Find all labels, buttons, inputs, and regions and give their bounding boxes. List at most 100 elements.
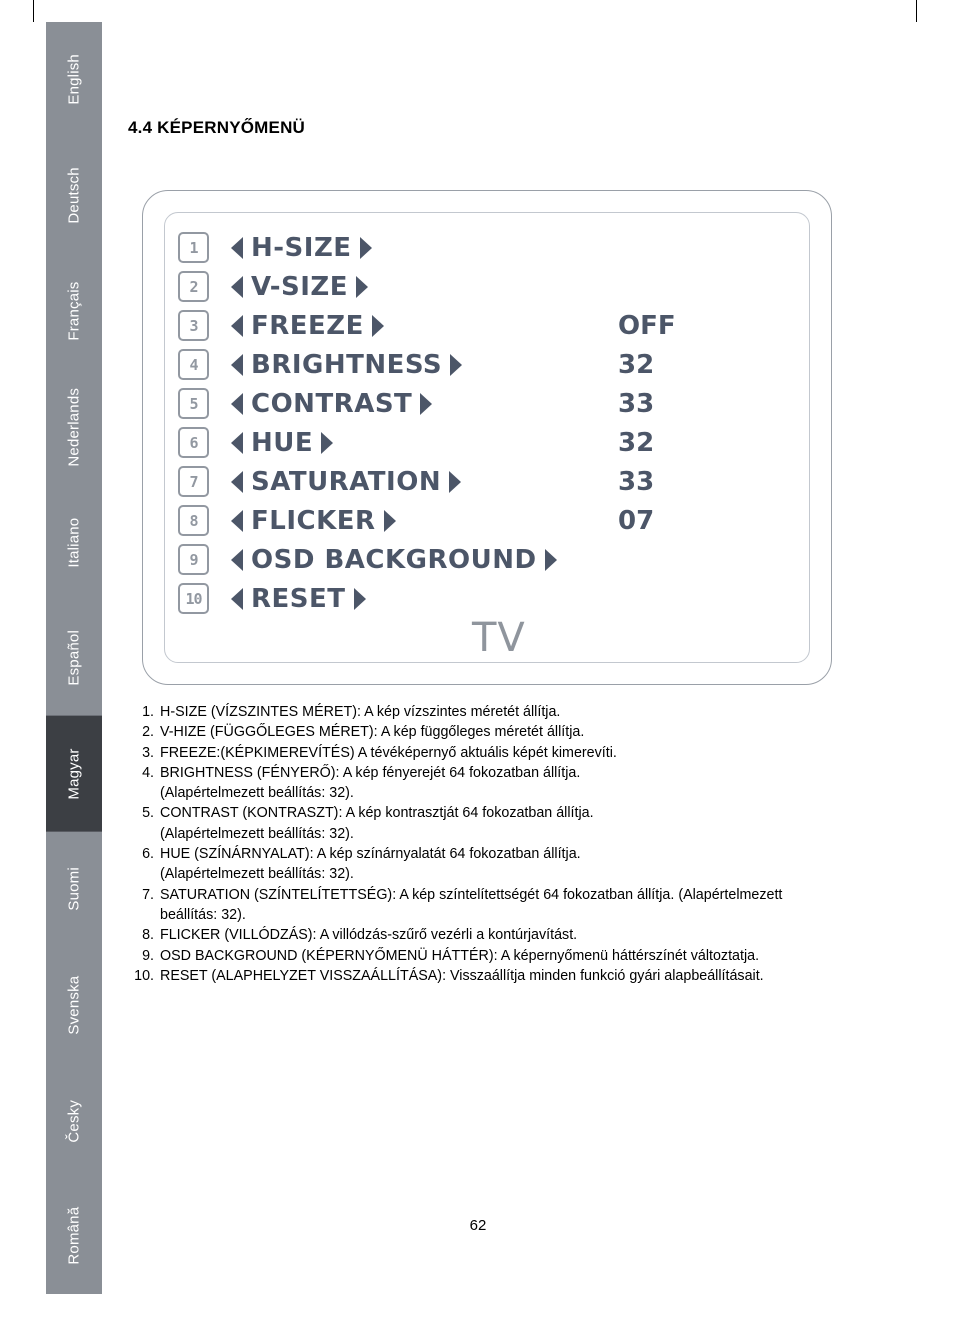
sidebar-tab-label: Italiano xyxy=(65,517,83,568)
sidebar-tab-label: Română xyxy=(65,1207,83,1266)
arrow-left-icon[interactable] xyxy=(231,353,243,376)
page-title: 4.4 KÉPERNYŐMENÜ xyxy=(128,118,306,137)
osd-item: FREEZE xyxy=(231,311,384,341)
sidebar-tab-italiano[interactable]: Italiano xyxy=(46,485,102,601)
sidebar-tab-label: Suomi xyxy=(65,867,83,912)
osd-item-value: 07 xyxy=(618,505,655,536)
osd-item-label: OSD BACKGROUND xyxy=(251,544,537,575)
osd-item: FLICKER xyxy=(231,506,396,536)
osd-item-label: CONTRAST xyxy=(251,388,413,419)
crop-mark-top-left xyxy=(33,0,34,22)
sidebar-tab-magyar[interactable]: Magyar xyxy=(46,715,102,832)
description-item: 8. FLICKER (VILLÓDZÁS): A villódzás-szűrő… xyxy=(128,925,828,945)
description-list: 1. H-SIZE (VÍZSZINTES MÉRET): A kép vízsz… xyxy=(128,702,828,986)
arrow-right-icon[interactable] xyxy=(450,353,463,376)
osd-item-value: OFF xyxy=(618,310,676,341)
osd-item-value: 33 xyxy=(618,466,655,497)
osd-item: CONTRAST xyxy=(231,388,433,419)
sidebar-tab-label: Deutsch xyxy=(65,167,83,224)
sidebar-tab-suomi[interactable]: Suomi xyxy=(46,831,102,947)
description-item: 5. CONTRAST (KONTRASZT): A kép kontrasztj… xyxy=(128,803,828,823)
sidebar-tab-esky[interactable]: Česky xyxy=(46,1063,102,1179)
osd-item-label: FLICKER xyxy=(251,505,376,536)
description-text: H-SIZE (VÍZSZINTES MÉRET): A kép vízszin… xyxy=(160,704,561,720)
arrow-left-icon[interactable] xyxy=(231,314,243,337)
arrow-left-icon[interactable] xyxy=(231,275,243,298)
arrow-right-icon[interactable] xyxy=(359,236,372,259)
osd-row[interactable]: 1 H-SIZE xyxy=(178,228,788,267)
description-text: SATURATION (SZÍNTELÍTETTSÉG): A kép szín… xyxy=(160,886,783,923)
osd-item: H-SIZE xyxy=(231,233,372,263)
osd-row-number: 5 xyxy=(178,388,209,419)
description-text: CONTRAST (KONTRASZT): A kép kontrasztját… xyxy=(160,805,594,822)
osd-row[interactable]: 2 V-SIZE xyxy=(178,267,788,306)
arrow-left-icon[interactable] xyxy=(231,509,243,532)
arrow-left-icon[interactable] xyxy=(231,236,243,259)
osd-row[interactable]: 9 OSD BACKGROUND xyxy=(178,540,788,579)
osd-item: SATURATION xyxy=(231,466,462,497)
sidebar-tab-svenska[interactable]: Svenska xyxy=(46,947,102,1063)
sidebar-tab-label: Magyar xyxy=(65,748,83,800)
sidebar-tab-espaol[interactable]: Español xyxy=(46,600,102,716)
osd-menu-figure: 1 H-SIZE 2 V-SIZE 3 FREEZE OFF 4 BRIGHTNESS 3 2 5 CO… xyxy=(142,190,832,685)
description-number: 3. xyxy=(142,744,154,761)
description-text: BRIGHTNESS (FÉNYERŐ): A kép fényerejét 6… xyxy=(160,764,581,781)
arrow-left-icon[interactable] xyxy=(231,431,243,454)
sidebar-tab-label: Česky xyxy=(65,1099,83,1142)
sidebar-tab-romn[interactable]: Română xyxy=(46,1178,102,1294)
description-subtext: (Alapértelmezett beállítás: 32). xyxy=(160,825,354,842)
sidebar-tab-label: Français xyxy=(65,281,83,341)
description-text: OSD BACKGROUND (KÉPERNYŐMENÜ HÁTTÉR): A … xyxy=(160,947,760,964)
osd-row[interactable]: 4 BRIGHTNESS 32 xyxy=(178,345,788,384)
arrow-right-icon[interactable] xyxy=(321,431,334,454)
page-number: 62 xyxy=(469,1217,487,1234)
osd-row-number: 9 xyxy=(178,544,209,575)
osd-row[interactable]: 5 CONTRAST 33 xyxy=(178,384,788,423)
description-subtext: (Alapértelmezett beállítás: 32). xyxy=(160,866,354,883)
osd-row-number: 3 xyxy=(178,310,209,341)
arrow-left-icon[interactable] xyxy=(231,470,243,493)
arrow-right-icon[interactable] xyxy=(371,314,384,337)
description-number: 5. xyxy=(142,805,154,822)
description-number: 6. xyxy=(142,846,154,863)
sidebar-tab-franais[interactable]: Français xyxy=(46,253,102,369)
osd-item-value: 33 xyxy=(618,388,655,419)
sidebar-tab-english[interactable]: English xyxy=(46,22,102,138)
arrow-left-icon[interactable] xyxy=(231,392,243,415)
arrow-right-icon[interactable] xyxy=(383,509,396,532)
description-item: 1. H-SIZE (VÍZSZINTES MÉRET): A kép vízsz… xyxy=(128,702,828,722)
osd-item-label: RESET xyxy=(251,583,346,614)
osd-row[interactable]: 10 RESET xyxy=(178,579,788,618)
description-number: 1. xyxy=(142,704,154,720)
sidebar-tab-label: Nederlands xyxy=(65,387,83,467)
osd-menu-rows: 1 H-SIZE 2 V-SIZE 3 FREEZE OFF 4 BRIGHTNESS 3 2 5 CO… xyxy=(178,228,788,618)
osd-row-number: 4 xyxy=(178,349,209,380)
arrow-right-icon[interactable] xyxy=(353,587,366,610)
arrow-right-icon[interactable] xyxy=(449,470,462,493)
osd-item-label: SATURATION xyxy=(251,466,442,497)
arrow-right-icon[interactable] xyxy=(356,275,369,298)
arrow-right-icon[interactable] xyxy=(420,392,433,415)
description-number: 2. xyxy=(142,724,154,741)
description-item: 4. BRIGHTNESS (FÉNYERŐ): A kép fényerejét… xyxy=(128,763,828,783)
osd-row-number: 10 xyxy=(178,583,209,614)
tv-brand-label: TV xyxy=(472,615,526,661)
arrow-left-icon[interactable] xyxy=(231,548,243,571)
description-number: 9. xyxy=(142,947,154,964)
arrow-left-icon[interactable] xyxy=(231,587,243,610)
osd-item-label: H-SIZE xyxy=(251,232,352,263)
osd-row-number: 2 xyxy=(178,271,209,302)
crop-mark-top-right xyxy=(916,0,917,22)
osd-row[interactable]: 8 FLICKER 07 xyxy=(178,501,788,540)
osd-row[interactable]: 6 HUE 32 xyxy=(178,423,788,462)
osd-row[interactable]: 7 SATURATION 33 xyxy=(178,462,788,501)
osd-row-number: 8 xyxy=(178,505,209,536)
sidebar-tab-nederlands[interactable]: Nederlands xyxy=(46,369,102,485)
sidebar-tab-deutsch[interactable]: Deutsch xyxy=(46,138,102,254)
osd-row[interactable]: 3 FREEZE OFF xyxy=(178,306,788,345)
sidebar-tab-label: Svenska xyxy=(65,975,83,1035)
description-text: RESET (ALAPHELYZET VISSZAÁLLÍTÁSA): Viss… xyxy=(160,967,764,984)
sidebar-tab-label: English xyxy=(65,54,83,106)
arrow-right-icon[interactable] xyxy=(544,548,557,571)
osd-item: BRIGHTNESS xyxy=(231,350,463,380)
